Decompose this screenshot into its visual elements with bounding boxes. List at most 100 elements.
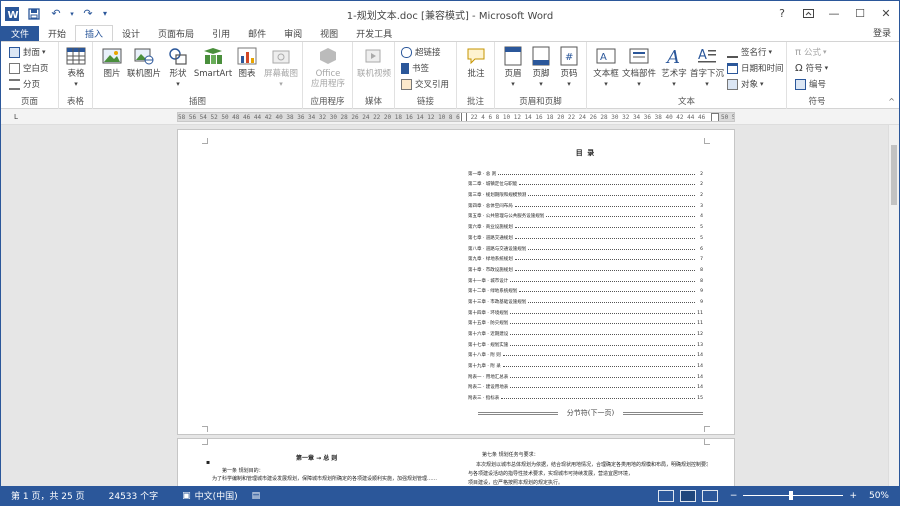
web-layout-button[interactable] (701, 489, 718, 502)
page-count[interactable]: 第 1 页，共 25 页 (11, 489, 85, 502)
dropdown-icon: ▾ (823, 48, 827, 56)
online-picture-button[interactable]: 联机图片 (125, 45, 163, 79)
toc-entry-page: 11 (697, 310, 703, 316)
toc-entry[interactable]: 第八章 · 道路与交通设施规划 6 (468, 241, 703, 252)
language-indicator[interactable]: 中文(中国) (195, 489, 238, 502)
vertical-scrollbar[interactable] (888, 125, 899, 486)
toc-entry[interactable]: 第十一章 · 城市设计 8 (468, 273, 703, 284)
collapse-ribbon-icon[interactable]: ^ (888, 97, 895, 106)
shapes-button[interactable]: 形状 ▾ (165, 45, 191, 89)
tab-design[interactable]: 设计 (113, 26, 149, 41)
customize-qat-icon[interactable]: ▾ (99, 3, 111, 25)
zoom-out-icon[interactable]: − (730, 491, 738, 501)
toc-entry[interactable]: 第十七章 · 规划实施 13 (468, 337, 703, 348)
minimize-button[interactable]: — (821, 1, 847, 26)
toc-entry[interactable]: 第十九章 · 附 录 14 (468, 358, 703, 369)
textbox-button[interactable]: A 文本框 ▾ (591, 45, 621, 89)
toc-entry[interactable]: 第十章 · 市政设施规划 8 (468, 262, 703, 273)
page-2[interactable]: ▪ 第一章 → 总 则 第一条 规划目的： 为了科学编制和管理城市建设发展规划，… (177, 438, 735, 486)
redo-icon[interactable]: ↷ (77, 3, 99, 25)
toc-entry-page: 12 (697, 332, 703, 337)
zoom-slider-thumb[interactable] (789, 491, 794, 500)
tab-home[interactable]: 开始 (39, 26, 75, 41)
toc-entry[interactable]: 第六章 · 商业设施规划 5 (468, 219, 703, 230)
page-break-button[interactable]: 分页 (9, 77, 40, 91)
proofing-icon[interactable]: ▣ (182, 491, 191, 501)
office-apps-button[interactable]: Office 应用程序 (305, 45, 351, 89)
document-area[interactable]: 目 录 第一章 · 总 则 2 第二章 · 城镇定位与职能 2 第三章 · 规划期限和规… (1, 125, 888, 486)
maximize-button[interactable]: ☐ (847, 1, 873, 26)
toc-entry[interactable]: 第九章 · 绿地系统规划 7 (468, 252, 703, 262)
toc-entry[interactable]: 第十六章 · 近期建设 12 (468, 326, 703, 337)
comment-button[interactable]: 批注 (462, 45, 490, 79)
chart-button[interactable]: 图表 (234, 45, 260, 79)
cross-reference-button[interactable]: 交叉引用 (401, 77, 449, 91)
smartart-button[interactable]: SmartArt (193, 45, 233, 79)
toc-entry[interactable]: 第四章 · 总体空间布局 3 (468, 198, 703, 209)
toc-entry[interactable]: 第十五章 · 防灾规划 11 (468, 316, 703, 326)
tab-insert[interactable]: 插入 (75, 25, 114, 41)
horizontal-ruler[interactable]: 58 56 54 52 50 48 46 44 42 40 38 36 34 3… (177, 112, 735, 122)
numbering-button[interactable]: 编号 (795, 77, 826, 91)
table-button[interactable]: 表格 ▾ (64, 45, 88, 89)
close-button[interactable]: ✕ (873, 1, 899, 26)
drop-cap-button[interactable]: A 首字下沉 ▾ (689, 45, 725, 89)
toc-entry[interactable]: 第五章 · 公共管理与公共服务设施规划 4 (468, 209, 703, 219)
online-video-button[interactable]: 联机视频 (355, 45, 393, 79)
word-count[interactable]: 24533 个字 (109, 489, 159, 502)
tab-selector-icon[interactable]: L (11, 112, 21, 122)
tab-mailings[interactable]: 邮件 (239, 26, 275, 41)
read-mode-button[interactable] (657, 489, 674, 502)
page-1[interactable]: 目 录 第一章 · 总 则 2 第二章 · 城镇定位与职能 2 第三章 · 规划期限和规… (177, 129, 735, 435)
save-icon[interactable] (23, 3, 45, 25)
toc-entry[interactable]: 第十二章 · 绿地系统规划 9 (468, 284, 703, 294)
header-button[interactable]: 页眉 ▾ (499, 45, 527, 89)
tab-review[interactable]: 审阅 (275, 26, 311, 41)
toc-entry[interactable]: 第二章 · 城镇定位与职能 2 (468, 177, 703, 187)
toc-entry[interactable]: 第十八章 · 附 则 14 (468, 348, 703, 358)
right-indent-marker-icon[interactable] (711, 113, 719, 121)
cover-page-button[interactable]: 封面 ▾ (9, 45, 46, 59)
date-time-button[interactable]: 日期和时间 (727, 61, 784, 75)
signature-line-button[interactable]: 签名行 ▾ (727, 45, 772, 59)
page-number-button[interactable]: # 页码 ▾ (555, 45, 583, 89)
symbol-button[interactable]: Ω 符号 ▾ (795, 61, 828, 75)
toc-entry[interactable]: 第三章 · 规划期限和规模预测 2 (468, 187, 703, 198)
toc-entry[interactable]: 第七章 · 道路交通规划 5 (468, 230, 703, 241)
equation-button[interactable]: π 公式 ▾ (795, 45, 827, 59)
toc-entry[interactable]: 第十三章 · 市政基础设施规划 9 (468, 294, 703, 305)
toc-entry[interactable]: 第一章 · 总 则 2 (468, 166, 703, 177)
zoom-in-icon[interactable]: + (849, 491, 857, 501)
quick-parts-button[interactable]: 文档部件 ▾ (621, 45, 657, 89)
screenshot-button[interactable]: 屏幕截图 ▾ (261, 45, 301, 89)
sign-in-link[interactable]: 登录 (873, 26, 891, 39)
toc-entry[interactable]: 第十四章 · 环境规划 11 (468, 305, 703, 316)
footer-button[interactable]: 页脚 ▾ (527, 45, 555, 89)
undo-icon[interactable]: ↶ (45, 3, 67, 25)
word-logo-icon[interactable]: W (1, 3, 23, 25)
hyperlink-button[interactable]: 超链接 (401, 45, 441, 59)
macro-record-icon[interactable]: ▤ (252, 491, 261, 501)
picture-button[interactable]: 图片 (99, 45, 125, 79)
object-button[interactable]: 对象 ▾ (727, 77, 764, 91)
print-layout-button[interactable] (679, 489, 696, 502)
ribbon-display-options-button[interactable] (795, 1, 821, 26)
zoom-slider[interactable] (743, 491, 844, 500)
toc-entry[interactable]: 附表一 · 用地汇总表 14 (468, 369, 703, 380)
help-button[interactable]: ? (769, 1, 795, 26)
tab-developer[interactable]: 开发工具 (347, 26, 401, 41)
indent-marker-icon[interactable] (461, 113, 467, 121)
toc-entry[interactable]: 附表三 · 指标表 15 (468, 390, 703, 401)
wordart-button[interactable]: A 艺术字 ▾ (659, 45, 689, 89)
scrollbar-thumb[interactable] (891, 145, 897, 205)
tab-page-layout[interactable]: 页面布局 (149, 26, 203, 41)
zoom-level[interactable]: 50% (869, 491, 889, 501)
blank-page-button[interactable]: 空白页 (9, 61, 49, 75)
tab-references[interactable]: 引用 (203, 26, 239, 41)
ruler-numbers-left: 58 56 54 52 50 48 46 44 42 40 38 36 34 3… (178, 114, 475, 121)
toc-entry[interactable]: 附表二 · 建设用地表 14 (468, 380, 703, 390)
undo-dropdown-icon[interactable]: ▾ (67, 3, 77, 25)
tab-file[interactable]: 文件 (1, 26, 39, 41)
bookmark-button[interactable]: 书签 (401, 61, 429, 75)
tab-view[interactable]: 视图 (311, 26, 347, 41)
